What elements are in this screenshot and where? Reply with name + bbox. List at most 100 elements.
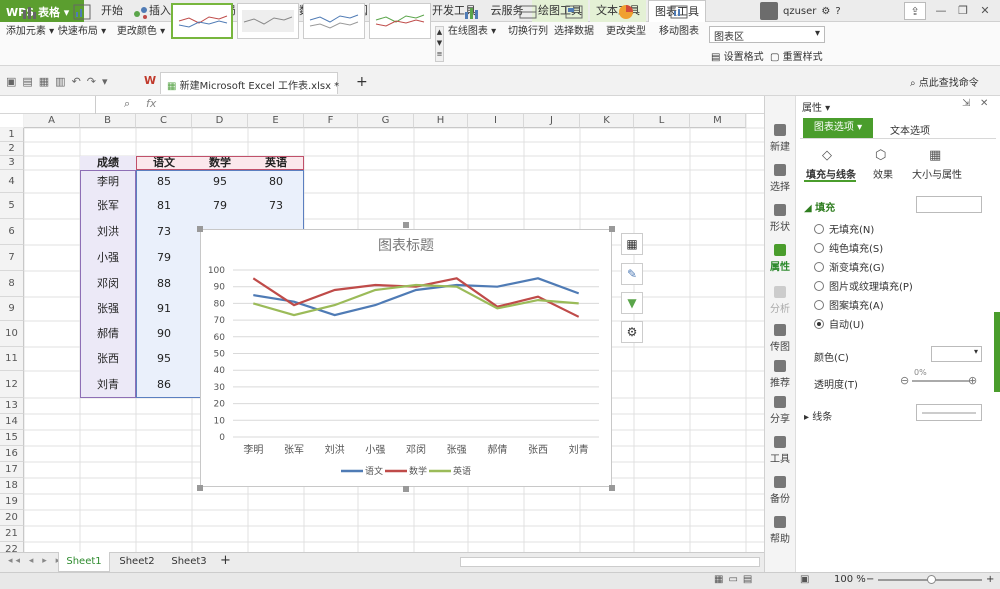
fill-option-2[interactable]: 渐变填充(G) [814, 259, 885, 274]
column-header[interactable]: A [24, 114, 80, 128]
row-header[interactable]: 8 [0, 271, 24, 297]
row-header[interactable]: 20 [0, 510, 24, 526]
zoom-in-button[interactable]: + [986, 574, 994, 585]
zoom-icon[interactable]: ⌕ [124, 97, 130, 111]
online-chart-button[interactable]: 在线图表 ▾ [446, 2, 498, 42]
quick-layout-button[interactable]: 快速布局 ▾ [56, 2, 108, 42]
row-header[interactable]: 16 [0, 446, 24, 462]
chart-style-4[interactable] [369, 3, 431, 39]
sheet-tab-1[interactable]: Sheet1 [58, 552, 110, 572]
row-header[interactable]: 3 [0, 156, 24, 170]
color-dropdown[interactable]: ▾ [931, 346, 982, 362]
column-header[interactable]: E [248, 114, 304, 128]
chart-style-3[interactable] [303, 3, 365, 39]
side-tool-3[interactable]: 属性 [765, 244, 795, 273]
chart-settings-gear-icon[interactable]: ⚙ [621, 321, 643, 343]
fx-label[interactable]: fx [146, 97, 156, 110]
column-header[interactable]: F [304, 114, 358, 128]
side-tool-1[interactable]: 选择 [765, 164, 795, 193]
resize-handle[interactable] [609, 485, 615, 491]
column-header[interactable]: J [524, 114, 580, 128]
fill-option-3[interactable]: 图片或纹理填充(P) [814, 278, 913, 293]
help-icon[interactable]: ? [835, 6, 840, 17]
maximize-button[interactable]: ❐ [952, 2, 974, 20]
panel-collapse-icon[interactable]: ⇲ [962, 98, 970, 109]
line-section-header[interactable]: ▸ 线条 [804, 408, 832, 423]
row-header[interactable]: 5 [0, 193, 24, 219]
side-tool-7[interactable]: 分享 [765, 396, 795, 425]
quick-access-icons[interactable]: ▣▤▦▥↶↷▾ [6, 75, 114, 88]
resize-handle[interactable] [403, 222, 409, 228]
row-header[interactable]: 7 [0, 245, 24, 271]
row-header[interactable]: 1 [0, 128, 24, 142]
row-header[interactable]: 13 [0, 398, 24, 414]
document-tab[interactable]: ▦ 新建Microsoft Excel 工作表.xlsx * [160, 72, 339, 94]
select-data-button[interactable]: 选择数据 [552, 2, 596, 42]
panel-title[interactable]: 属性 ▾ [802, 99, 830, 114]
side-tool-4[interactable]: 分析 [765, 286, 795, 315]
column-header[interactable]: G [358, 114, 414, 128]
sheet-tab-2[interactable]: Sheet2 [112, 552, 162, 572]
column-header[interactable]: H [414, 114, 468, 128]
row-header[interactable]: 12 [0, 371, 24, 398]
line-chart[interactable]: 图表标题 0 10 20 30 40 50 60 70 80 90 100 李明 张军 刘洪 小强 邓闵 张强 郝倩… [200, 229, 612, 487]
horizontal-scrollbar[interactable] [460, 557, 760, 567]
side-tool-0[interactable]: 新建 [765, 124, 795, 153]
row-header[interactable]: 2 [0, 142, 24, 156]
panel-edge-tab[interactable] [994, 312, 1000, 392]
row-header[interactable]: 11 [0, 347, 24, 371]
side-tool-2[interactable]: 形状 [765, 204, 795, 233]
column-header[interactable]: M [690, 114, 746, 128]
switch-rowcol-button[interactable]: 切换行列 [506, 2, 550, 42]
row-header[interactable]: 6 [0, 219, 24, 245]
column-header[interactable]: B [80, 114, 136, 128]
radio-button[interactable] [814, 318, 824, 329]
side-tool-6[interactable]: 推荐 [765, 360, 795, 389]
skin-icon[interactable]: ⚙ [821, 6, 830, 17]
column-header[interactable]: C [136, 114, 192, 128]
row-header[interactable]: 18 [0, 478, 24, 494]
chart-filter-icon[interactable]: ▼ [621, 292, 643, 314]
name-box[interactable] [0, 96, 96, 114]
table-header-cell[interactable]: 成绩 [80, 156, 136, 170]
side-tool-8[interactable]: 工具 [765, 436, 795, 465]
resize-handle[interactable] [403, 486, 409, 492]
resize-handle[interactable] [197, 485, 203, 491]
reset-style-button[interactable]: ▢ 重置样式 [770, 48, 823, 63]
transparency-slider[interactable] [912, 380, 970, 382]
column-header[interactable]: L [634, 114, 690, 128]
new-tab-button[interactable]: + [356, 74, 368, 90]
radio-button[interactable] [814, 261, 824, 272]
fill-option-1[interactable]: 纯色填充(S) [814, 240, 883, 255]
row-header[interactable]: 9 [0, 297, 24, 321]
subtab-size-properties[interactable]: 大小与属性 [912, 166, 962, 181]
column-header[interactable]: D [192, 114, 248, 128]
view-mode-icons[interactable]: ▦▭▤ [714, 574, 757, 585]
column-header[interactable]: K [580, 114, 634, 128]
column-header[interactable]: I [468, 114, 524, 128]
subtab-fill-line[interactable]: 填充与线条 [806, 166, 856, 181]
style-scroll[interactable]: ▲ ▼ ≡ [435, 26, 444, 62]
add-element-button[interactable]: 添加元素 ▾ [4, 2, 56, 42]
chart-style-2[interactable] [237, 3, 299, 39]
row-header[interactable]: 14 [0, 414, 24, 430]
row-header[interactable]: 22 [0, 542, 24, 552]
fill-option-5[interactable]: 自动(U) [814, 316, 864, 331]
chart-style-1[interactable] [171, 3, 233, 39]
fill-option-4[interactable]: 图案填充(A) [814, 297, 884, 312]
row-header[interactable]: 4 [0, 170, 24, 193]
add-sheet-button[interactable]: + [220, 553, 231, 568]
resize-handle[interactable] [197, 226, 203, 232]
chart-elements-icon[interactable]: ▦ [621, 233, 643, 255]
fill-section-header[interactable]: ◢ 填充 [804, 199, 835, 214]
radio-button[interactable] [814, 299, 824, 310]
transparency-plus[interactable]: ⊕ [968, 374, 977, 387]
zoom-out-button[interactable]: − [866, 574, 874, 585]
fill-option-0[interactable]: 无填充(N) [814, 221, 874, 236]
chart-style-brush-icon[interactable]: ✎ [621, 263, 643, 285]
panel-close-icon[interactable]: ✕ [980, 98, 988, 109]
find-command[interactable]: ⌕ 点此查找命令 [910, 74, 979, 89]
radio-button[interactable] [814, 242, 824, 253]
radio-button[interactable] [814, 280, 824, 291]
row-header[interactable]: 17 [0, 462, 24, 478]
